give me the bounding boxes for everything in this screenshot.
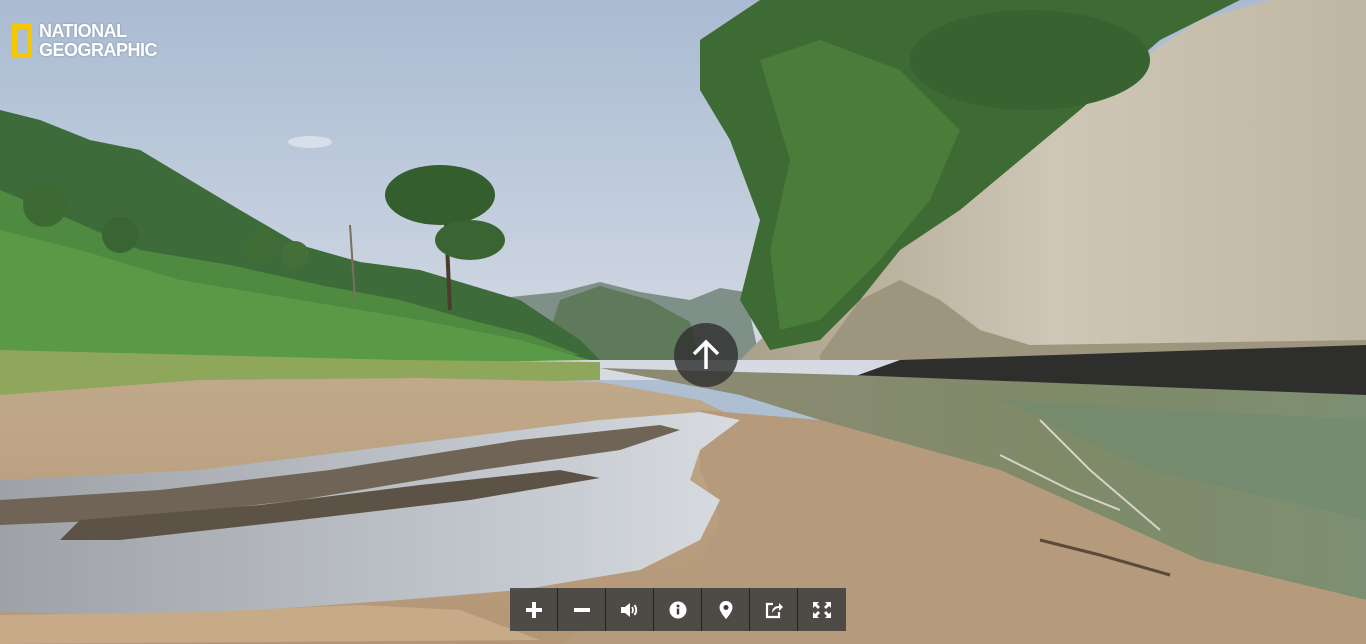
panorama-image[interactable] xyxy=(0,0,1366,644)
volume-icon xyxy=(620,602,637,617)
plus-icon xyxy=(525,601,542,618)
forward-navigation-button[interactable] xyxy=(674,323,738,387)
sound-button[interactable] xyxy=(606,588,654,631)
yellow-frame-icon xyxy=(12,24,32,58)
zoom-out-button[interactable] xyxy=(558,588,606,631)
fullscreen-button[interactable] xyxy=(798,588,846,631)
map-pin-icon xyxy=(719,600,732,619)
brand-line-1: NATIONAL xyxy=(39,21,127,41)
brand-wordmark: NATIONAL GEOGRAPHIC xyxy=(39,21,158,60)
arrow-up-icon xyxy=(692,339,720,369)
panorama-viewer[interactable]: NATIONAL GEOGRAPHIC xyxy=(0,0,1366,644)
share-button[interactable] xyxy=(750,588,798,631)
national-geographic-logo[interactable]: NATIONAL GEOGRAPHIC xyxy=(12,21,158,60)
brand-line-2: GEOGRAPHIC xyxy=(39,40,158,60)
location-button[interactable] xyxy=(702,588,750,631)
info-icon xyxy=(669,601,686,618)
fullscreen-icon xyxy=(813,601,831,618)
zoom-in-button[interactable] xyxy=(510,588,558,631)
viewer-toolbar xyxy=(510,588,846,631)
info-button[interactable] xyxy=(654,588,702,631)
minus-icon xyxy=(573,607,590,612)
share-icon xyxy=(765,602,783,618)
